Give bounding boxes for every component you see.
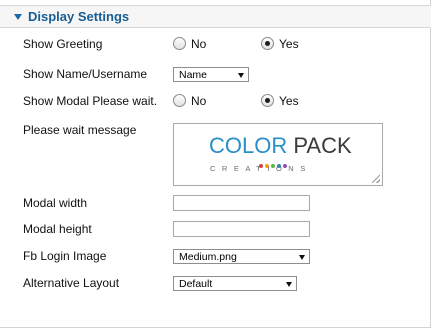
fb-login-image-label: Fb Login Image [23, 249, 107, 263]
show-greeting-yes-label[interactable]: Yes [279, 37, 299, 51]
show-name-value: Name [179, 69, 208, 81]
collapse-arrow-icon[interactable] [14, 14, 22, 20]
modal-width-input[interactable] [173, 195, 310, 211]
show-modal-label: Show Modal Please wait. [23, 94, 158, 108]
show-greeting-no-label[interactable]: No [191, 37, 206, 51]
wait-message-textarea[interactable]: COLOR PACK CREATIONS [173, 123, 383, 186]
show-greeting-yes-radio[interactable] [261, 37, 274, 50]
section-header[interactable]: Display Settings [0, 5, 431, 28]
show-name-label: Show Name/Username [23, 67, 148, 81]
alt-layout-value: Default [179, 278, 213, 290]
logo-wordmark: COLOR PACK [209, 135, 352, 157]
show-modal-no-label[interactable]: No [191, 94, 206, 108]
show-greeting-no-radio[interactable] [173, 37, 186, 50]
radio-selected-dot [265, 41, 270, 46]
wait-message-label: Please wait message [23, 123, 137, 137]
show-modal-yes-label[interactable]: Yes [279, 94, 299, 108]
chevron-down-icon [299, 255, 305, 260]
alt-layout-label: Alternative Layout [23, 276, 120, 290]
modal-height-input[interactable] [173, 221, 310, 237]
resize-grip-icon[interactable] [372, 175, 380, 183]
show-modal-yes-radio[interactable] [261, 94, 274, 107]
color-pack-logo: COLOR PACK CREATIONS [209, 135, 352, 174]
show-name-select[interactable]: Name [173, 67, 249, 82]
logo-word-pack: PACK [293, 133, 352, 158]
fb-login-image-value: Medium.png [179, 251, 237, 263]
radio-selected-dot [265, 98, 270, 103]
fb-login-image-select[interactable]: Medium.png [173, 249, 310, 264]
modal-height-label: Modal height [23, 222, 92, 236]
logo-subtitle: CREATIONS [210, 164, 312, 173]
section-title: Display Settings [28, 9, 130, 24]
show-modal-no-radio[interactable] [173, 94, 186, 107]
chevron-down-icon [286, 282, 292, 287]
modal-width-label: Modal width [23, 196, 88, 210]
alt-layout-select[interactable]: Default [173, 276, 297, 291]
display-settings-panel: Display Settings Show Greeting No Yes Sh… [0, 0, 431, 328]
chevron-down-icon [238, 73, 244, 78]
show-greeting-label: Show Greeting [23, 37, 103, 51]
logo-word-color: COLOR [209, 133, 288, 158]
